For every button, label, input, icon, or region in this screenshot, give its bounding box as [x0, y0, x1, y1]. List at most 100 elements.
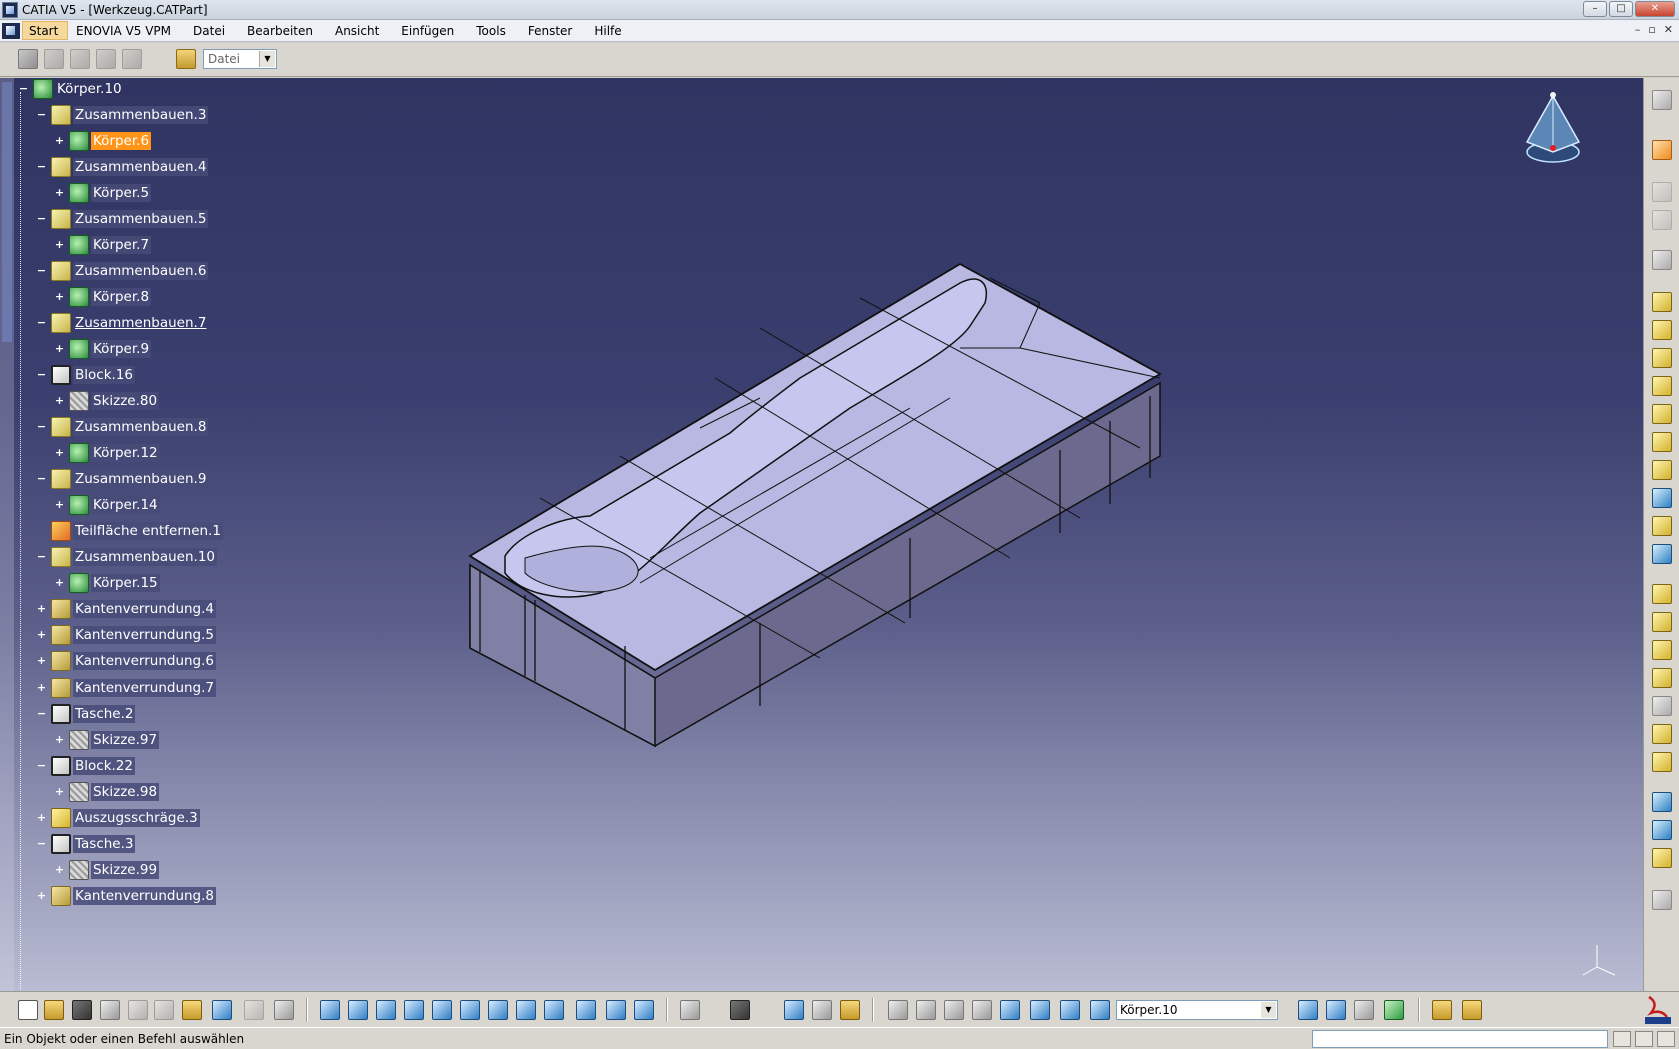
tree-scrollbar[interactable] [0, 78, 14, 991]
boolean-icon[interactable] [1652, 752, 1672, 772]
expand-icon[interactable]: + [54, 864, 65, 876]
collapse-icon[interactable]: − [36, 213, 47, 225]
tree-node-label[interactable]: Zusammenbauen.8 [73, 418, 209, 436]
menu-enovia[interactable]: ENOVIA V5 VPM [76, 24, 171, 38]
line-icon[interactable] [1652, 820, 1672, 840]
tree-node-kantenverrundung4[interactable]: + Kantenverrundung.4 [36, 598, 217, 620]
pad-icon[interactable] [1652, 292, 1672, 312]
apply-material-icon[interactable] [1384, 1000, 1404, 1020]
redo-icon[interactable] [244, 1000, 264, 1020]
tree-scroll-thumb[interactable] [2, 82, 12, 342]
open-folder-icon[interactable] [176, 49, 196, 69]
multi-section-icon[interactable] [1652, 488, 1672, 508]
draft-analysis-icon[interactable] [1030, 1000, 1050, 1020]
tree-node-label[interactable]: Zusammenbauen.5 [73, 210, 209, 228]
collapse-icon[interactable]: − [36, 161, 47, 173]
rotate-icon[interactable] [404, 1000, 424, 1020]
tree-node-tasche2[interactable]: − Tasche.2 [36, 703, 136, 725]
tree-node-teilflaeche-entfernen1[interactable]: Teilfläche entfernen.1 [36, 520, 223, 542]
expand-icon[interactable]: + [54, 395, 65, 407]
product-tool-3-icon[interactable] [96, 49, 116, 69]
groove-icon[interactable] [1652, 376, 1672, 396]
active-body-select[interactable]: Körper.10 ▼ [1116, 1000, 1278, 1020]
tree-node-koerper10[interactable]: − Körper.10 [18, 78, 124, 100]
save-icon[interactable] [72, 1000, 92, 1020]
measure-icon[interactable] [1652, 890, 1672, 910]
tree-node-zusammenbauen6[interactable]: − Zusammenbauen.6 [36, 260, 209, 282]
constraint-icon[interactable] [972, 1000, 992, 1020]
tree-node-label[interactable]: Skizze.98 [91, 783, 160, 801]
tree-node-koerper6[interactable]: + Körper.6 [54, 130, 152, 152]
tree-node-label[interactable]: Körper.10 [55, 80, 124, 98]
copy-icon[interactable] [154, 1000, 174, 1020]
rib-icon[interactable] [1652, 432, 1672, 452]
tree-node-label[interactable]: Kantenverrundung.4 [73, 600, 217, 618]
cut-icon[interactable] [128, 1000, 148, 1020]
target-icon[interactable] [1652, 724, 1672, 744]
collapse-icon[interactable]: − [36, 760, 47, 772]
tree-node-label[interactable]: Körper.12 [91, 444, 160, 462]
tree-node-kantenverrundung7[interactable]: + Kantenverrundung.7 [36, 677, 217, 699]
expand-icon[interactable]: + [36, 603, 47, 615]
chevron-down-icon[interactable]: ▼ [259, 51, 275, 67]
expand-icon[interactable]: + [54, 447, 65, 459]
hole-icon[interactable] [1652, 404, 1672, 424]
expand-icon[interactable]: + [54, 187, 65, 199]
tree-node-label[interactable]: Körper.5 [91, 184, 152, 202]
menu-datei[interactable]: Datei [193, 24, 225, 38]
tree-node-label[interactable]: Tasche.3 [73, 835, 136, 853]
eraser-icon[interactable] [1090, 1000, 1110, 1020]
shaft-icon[interactable] [1652, 348, 1672, 368]
menu-start[interactable]: Start [22, 21, 68, 40]
collapse-icon[interactable]: − [36, 708, 47, 720]
measure-item-icon[interactable] [812, 1000, 832, 1020]
pattern-icon[interactable] [1652, 696, 1672, 716]
edge-fillet-icon[interactable] [1652, 584, 1672, 604]
camera-icon[interactable] [730, 1000, 750, 1020]
file-combo[interactable]: Datei ▼ [203, 49, 277, 69]
expand-icon[interactable]: + [36, 812, 47, 824]
status-button-3[interactable] [1657, 1031, 1675, 1047]
collapse-icon[interactable]: − [36, 317, 47, 329]
fit-all-icon[interactable] [348, 1000, 368, 1020]
insert-body-icon[interactable] [1432, 1000, 1452, 1020]
tree-node-label[interactable]: Skizze.97 [91, 731, 160, 749]
collapse-icon[interactable]: − [36, 473, 47, 485]
axis-system-icon[interactable] [944, 1000, 964, 1020]
expand-icon[interactable]: + [36, 629, 47, 641]
tree-node-zusammenbauen8[interactable]: − Zusammenbauen.8 [36, 416, 209, 438]
3d-viewport[interactable]: − Körper.10 − Zusammenbauen.3 + Körper.6 − Z… [0, 78, 1643, 991]
new-part-icon[interactable] [18, 49, 38, 69]
doc-minimize-button[interactable]: – [1635, 23, 1641, 36]
tree-node-label[interactable]: Zusammenbauen.4 [73, 158, 209, 176]
hand-icon[interactable] [916, 1000, 936, 1020]
pocket-icon[interactable] [1652, 320, 1672, 340]
chamfer-icon[interactable] [1652, 612, 1672, 632]
tree-node-block16[interactable]: − Block.16 [36, 364, 135, 386]
tree-node-label[interactable]: Kantenverrundung.5 [73, 626, 217, 644]
tree-node-label[interactable]: Zusammenbauen.3 [73, 106, 209, 124]
measure-inertia-icon[interactable] [840, 1000, 860, 1020]
menu-ansicht[interactable]: Ansicht [335, 24, 379, 38]
tree-node-koerper7[interactable]: + Körper.7 [54, 234, 152, 256]
print-icon[interactable] [100, 1000, 120, 1020]
catalog-icon[interactable] [680, 1000, 700, 1020]
tree-node-skizze80[interactable]: + Skizze.80 [54, 390, 160, 412]
measure-between-icon[interactable] [784, 1000, 804, 1020]
new-icon[interactable] [18, 1000, 38, 1020]
tree-node-label[interactable]: Zusammenbauen.9 [73, 470, 209, 488]
fly-mode-icon[interactable] [320, 1000, 340, 1020]
tree-node-skizze98[interactable]: + Skizze.98 [54, 781, 160, 803]
tree-node-kantenverrundung8[interactable]: + Kantenverrundung.8 [36, 885, 217, 907]
menu-einfuegen[interactable]: Einfügen [401, 24, 454, 38]
tree-node-zusammenbauen3[interactable]: − Zusammenbauen.3 [36, 104, 209, 126]
pan-icon[interactable] [376, 1000, 396, 1020]
compass-icon[interactable] [1523, 90, 1583, 170]
tree-node-label[interactable]: Zusammenbauen.10 [73, 548, 218, 566]
help-icon[interactable] [274, 1000, 294, 1020]
tree-node-label[interactable]: Zusammenbauen.6 [73, 262, 209, 280]
update-icon[interactable] [888, 1000, 908, 1020]
product-tool-2-icon[interactable] [70, 49, 90, 69]
zoom-out-icon[interactable] [460, 1000, 480, 1020]
collapse-icon[interactable]: − [36, 421, 47, 433]
